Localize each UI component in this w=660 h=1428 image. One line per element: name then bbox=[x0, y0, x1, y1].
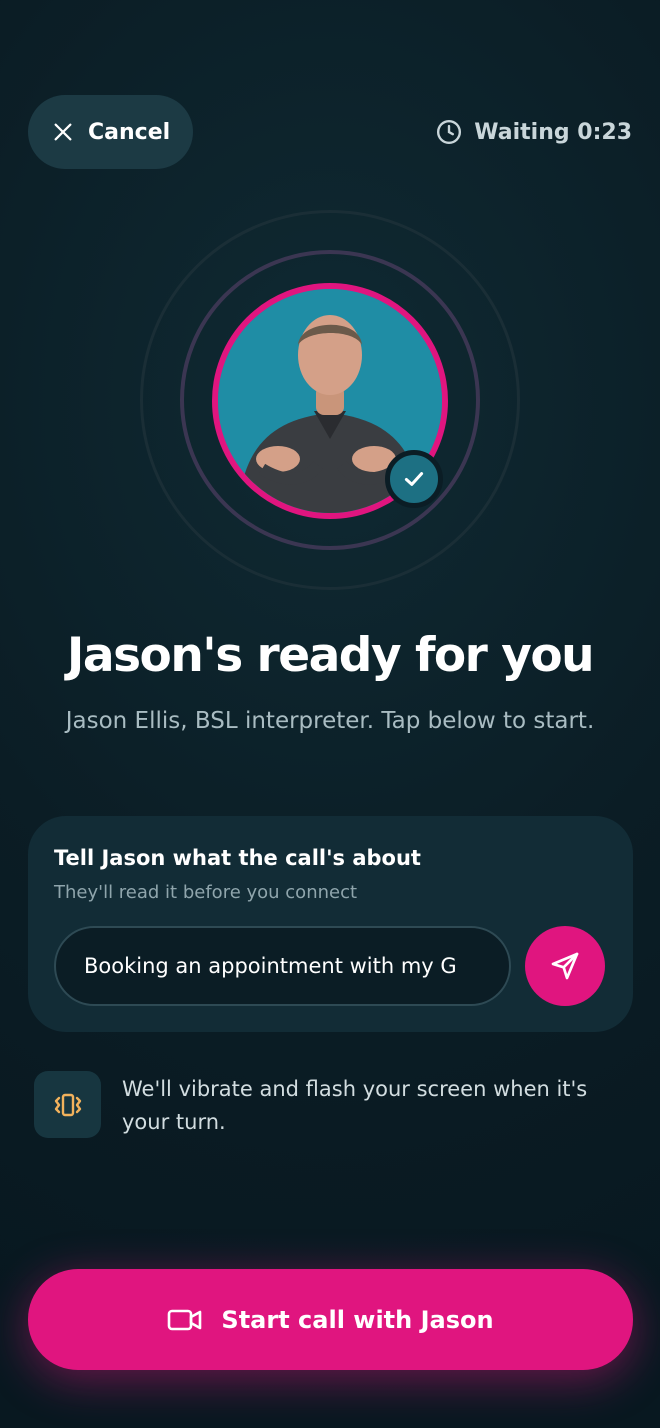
turn-notice-text: We'll vibrate and flash your screen when… bbox=[122, 1077, 588, 1134]
send-icon bbox=[551, 952, 579, 980]
call-note-hint: They'll read it before you connect bbox=[54, 882, 358, 903]
send-note-button[interactable] bbox=[525, 926, 605, 1006]
top-bar: Cancel Waiting 0:23 bbox=[28, 95, 632, 169]
waiting-label: Waiting 0:23 bbox=[474, 119, 632, 145]
page-title: Jason's ready for you bbox=[66, 628, 595, 683]
interpreter-description: Jason Ellis, BSL interpreter. Tap below … bbox=[65, 708, 595, 734]
call-note-title: Tell Jason what the call's about bbox=[54, 846, 421, 870]
cancel-label: Cancel bbox=[88, 119, 171, 145]
turn-notice: We'll vibrate and flash your screen when… bbox=[34, 1071, 624, 1151]
vibrate-icon bbox=[54, 1093, 81, 1116]
cancel-button[interactable]: Cancel bbox=[28, 95, 193, 169]
call-note-card: Tell Jason what the call's about They'll… bbox=[28, 816, 633, 1032]
clock-icon bbox=[437, 119, 462, 145]
vibrate-icon-tile bbox=[34, 1071, 101, 1138]
start-call-button[interactable]: Start call with Jason bbox=[28, 1269, 633, 1370]
start-call-label: Start call with Jason bbox=[221, 1305, 494, 1334]
interpreter-avatar bbox=[140, 210, 520, 590]
video-camera-icon bbox=[168, 1309, 202, 1330]
close-icon bbox=[54, 123, 72, 141]
call-note-input[interactable]: Booking an appointment with my G bbox=[54, 926, 511, 1006]
check-icon bbox=[404, 472, 424, 486]
ready-check-badge bbox=[385, 450, 443, 508]
waiting-status: Waiting 0:23 bbox=[436, 95, 632, 169]
